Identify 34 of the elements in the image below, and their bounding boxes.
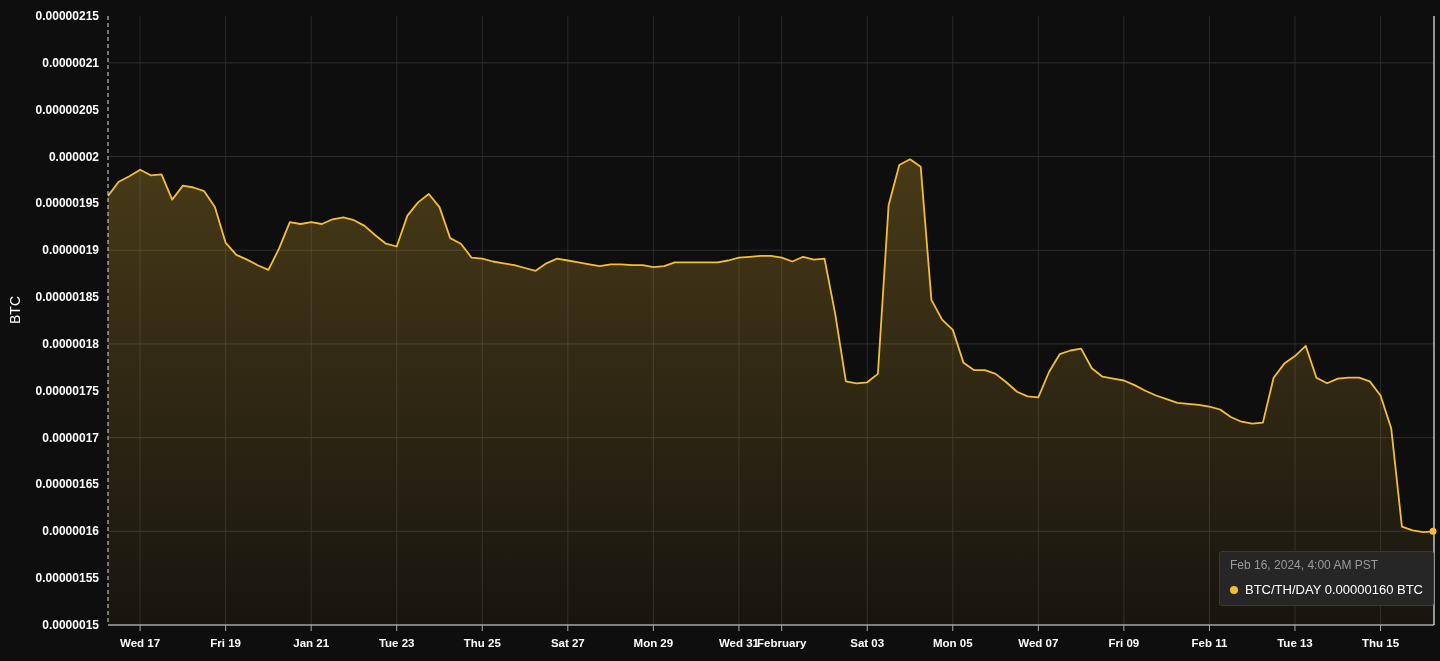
x-tick-label: Mon 29 [633, 637, 674, 649]
tooltip-time: Feb 16, 2024, 4:00 AM PST [1230, 558, 1380, 572]
y-tick-label: 0.0000017 [42, 430, 99, 445]
x-tick-label: Fri 09 [1108, 637, 1140, 649]
x-tick-label: Tue 23 [378, 637, 415, 649]
x-tick-label: Tue 13 [1277, 637, 1313, 649]
y-tick-label: 0.0000018 [42, 336, 99, 351]
y-tick-label: 0.00000165 [35, 477, 99, 492]
y-tick-label: 0.00000175 [35, 383, 99, 398]
y-tick-label: 0.00000205 [35, 102, 99, 117]
y-tick-label: 0.00000195 [35, 196, 99, 211]
y-tick-label: 0.00000155 [35, 571, 99, 586]
x-tick-label: Jan 21 [293, 637, 330, 649]
y-tick-label: 0.0000019 [42, 243, 99, 258]
x-tick-label: Feb 11 [1191, 637, 1228, 649]
axis-title: BTC [7, 296, 23, 324]
x-tick-label: February [757, 637, 807, 649]
tooltip-value: BTC/TH/DAY 0.00000160 BTC [1245, 582, 1423, 597]
y-tick-label: 0.0000016 [42, 524, 99, 539]
y-tick-label: 0.00000215 [35, 9, 99, 23]
y-tick-label: 0.0000021 [42, 55, 99, 70]
x-tick-label: Thu 15 [1362, 637, 1400, 649]
x-tick-label: Mon 05 [933, 637, 973, 649]
y-tick-label: 0.000002 [48, 149, 99, 164]
data-point [1429, 527, 1437, 535]
y-tick-label: 0.00000185 [35, 290, 99, 305]
x-tick-label: Fri 19 [210, 637, 241, 649]
x-tick-label: Sat 27 [550, 637, 585, 649]
y-tick-label: 0.0000015 [42, 618, 99, 632]
x-tick-label: Sat 03 [850, 637, 885, 649]
x-tick-label: Wed 07 [1018, 637, 1059, 649]
x-tick-label: Thu 25 [463, 637, 501, 649]
x-tick-label: Wed 31 [718, 637, 759, 649]
x-tick-label: Wed 17 [120, 637, 161, 649]
